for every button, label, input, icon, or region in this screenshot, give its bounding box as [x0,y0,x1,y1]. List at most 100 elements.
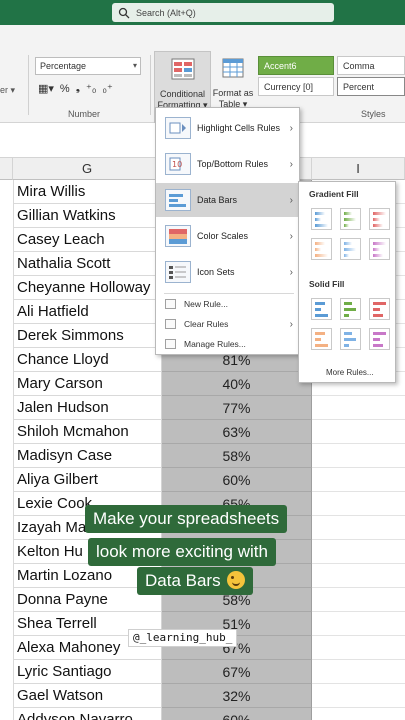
gradient-fill-option[interactable] [340,208,361,230]
number-format-value: Percentage [40,61,87,71]
style-percent[interactable]: Percent [337,77,405,96]
solid-fill-heading: Solid Fill [309,279,345,289]
table-row: Jalen Hudson 77% [0,396,405,420]
percent-style-icon[interactable]: % [60,83,70,95]
empty-cell[interactable] [312,612,405,636]
menu-item-icon-sets[interactable]: Icon Sets › [156,255,301,289]
bar-swatch [373,314,383,317]
search-placeholder: Search (Alt+Q) [136,7,196,18]
chevron-down-icon[interactable]: er ▾ [0,85,15,96]
gradient-fill-option[interactable] [369,208,390,230]
name-cell[interactable]: Gael Watson [13,684,162,708]
column-header-g[interactable]: G [13,158,162,180]
value-cell[interactable]: 60% [162,708,312,720]
name-cell[interactable]: Mira Willis [13,180,162,204]
menu-item-label: New Rule... [184,299,228,309]
bar-swatch [315,302,325,305]
empty-cell[interactable] [312,420,405,444]
empty-cell[interactable] [312,444,405,468]
menu-item-data-bars[interactable]: Data Bars › [156,183,301,217]
bar-swatch [373,218,380,221]
name-cell[interactable]: Jalen Hudson [13,396,162,420]
empty-cell[interactable] [312,468,405,492]
caption-line-1: Make your spreadsheets [85,505,288,533]
title-bar: Search (Alt+Q) [0,0,405,25]
empty-cell[interactable] [312,540,405,564]
style-currency[interactable]: Currency [0] [258,77,334,96]
value-cell[interactable]: 32% [162,684,312,708]
bar-swatch [315,242,325,245]
empty-cell[interactable] [312,492,405,516]
value-cell[interactable]: 60% [162,468,312,492]
value-cell[interactable]: 67% [162,660,312,684]
value-cell[interactable]: 40% [162,372,312,396]
solid-fill-option[interactable] [340,328,361,350]
solid-fill-option[interactable] [369,298,390,320]
name-cell[interactable]: Derek Simmons [13,324,162,348]
menu-item-top-bottom-rules[interactable]: 10 Top/Bottom Rules › [156,147,301,181]
name-cell[interactable]: Mary Carson [13,372,162,396]
menu-item-new-rule[interactable]: New Rule... [156,294,301,314]
menu-item-clear-rules[interactable]: Clear Rules › [156,314,301,334]
value-cell[interactable]: 63% [162,420,312,444]
name-cell[interactable]: Cheyanne Holloway [13,276,162,300]
solid-fill-option[interactable] [369,328,390,350]
empty-cell[interactable] [312,708,405,720]
gradient-fill-option[interactable] [311,238,332,260]
conditional-formatting-icon [171,58,194,80]
name-cell[interactable]: Addyson Navarro [13,708,162,720]
bar-swatch [344,314,349,317]
chevron-right-icon: › [289,122,293,134]
number-format-select[interactable]: Percentage ▾ [35,57,141,75]
style-accent6[interactable]: Accent6 [258,56,334,75]
name-cell[interactable]: Casey Leach [13,228,162,252]
name-cell[interactable]: Aliya Gilbert [13,468,162,492]
name-cell[interactable]: Gillian Watkins [13,204,162,228]
empty-cell[interactable] [312,588,405,612]
empty-cell[interactable] [312,516,405,540]
gradient-fill-option[interactable] [311,208,332,230]
menu-item-label: Highlight Cells Rules [197,123,281,133]
bar-swatch [315,248,321,251]
search-box[interactable]: Search (Alt+Q) [112,3,334,22]
accounting-format-icon[interactable]: ▦▾ [38,82,54,95]
name-cell[interactable]: Chance Lloyd [13,348,162,372]
empty-cell[interactable] [312,636,405,660]
name-cell[interactable]: Madisyn Case [13,444,162,468]
name-cell[interactable]: Shiloh Mcmahon [13,420,162,444]
column-header-i[interactable]: I [312,158,405,180]
watermark: @_learning_hub_ [128,629,238,647]
menu-item-highlight-cells-rules[interactable]: Highlight Cells Rules › [156,111,301,145]
style-comma[interactable]: Comma [337,56,405,75]
name-cell[interactable]: Ali Hatfield [13,300,162,324]
menu-item-manage-rules[interactable]: Manage Rules... [156,334,301,354]
value-cell[interactable]: 58% [162,444,312,468]
value-cell[interactable]: 77% [162,396,312,420]
empty-cell[interactable] [312,684,405,708]
menu-item-label: Color Scales [197,231,249,241]
comma-style-icon[interactable]: ❟ [76,82,80,95]
gradient-fill-option[interactable] [340,238,361,260]
solid-fill-option[interactable] [340,298,361,320]
empty-cell[interactable] [312,564,405,588]
menu-item-color-scales[interactable]: Color Scales › [156,219,301,253]
more-rules-link[interactable]: More Rules... [326,368,374,377]
bar-swatch [344,212,352,215]
menu-item-label: Data Bars [197,195,238,205]
bar-swatch [373,302,386,305]
decrease-decimal-icon[interactable]: ₀⁺ [102,82,112,95]
color-scales-icon [165,225,191,247]
solid-fill-option[interactable] [311,328,332,350]
name-cell[interactable]: Lyric Santiago [13,660,162,684]
group-separator [150,55,151,115]
increase-decimal-icon[interactable]: ⁺₀ [86,82,96,95]
bar-swatch [315,254,328,257]
chevron-right-icon: › [289,194,293,206]
bar-swatch [373,224,383,227]
name-cell[interactable]: Nathalia Scott [13,252,162,276]
empty-cell[interactable] [312,660,405,684]
empty-cell[interactable] [312,396,405,420]
highlight-cells-icon [165,117,191,139]
solid-fill-option[interactable] [311,298,332,320]
gradient-fill-option[interactable] [369,238,390,260]
